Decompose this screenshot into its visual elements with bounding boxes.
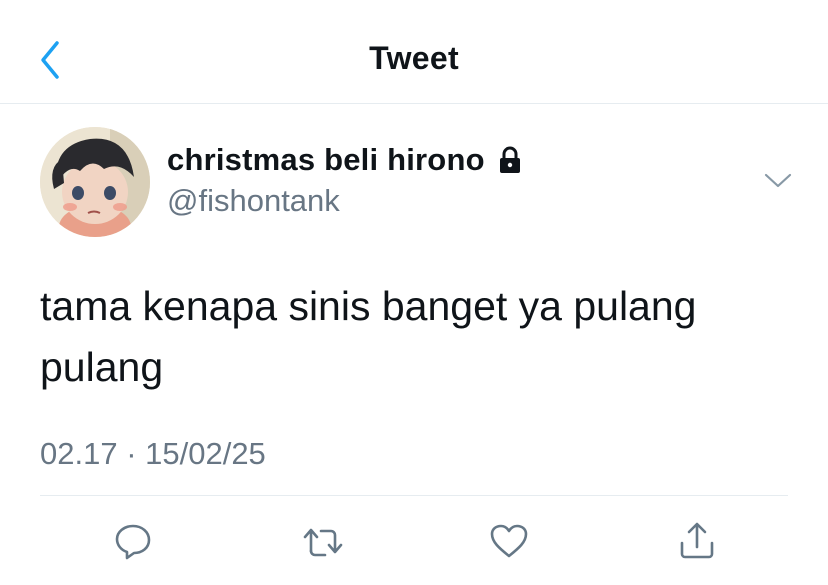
retweet-icon [303,528,343,557]
tweet-timestamp: 02.17 · 15/02/25 [40,436,266,471]
heart-icon [490,524,528,558]
tweet-menu-button[interactable] [758,163,798,199]
reply-button[interactable] [108,516,158,566]
chevron-down-icon [764,173,792,188]
reply-icon [115,524,151,560]
share-icon [680,522,714,559]
like-button[interactable] [484,516,534,566]
display-name-row: christmas beli hirono [167,142,525,178]
top-bar: Tweet [0,0,828,104]
action-bar [0,516,828,566]
retweet-button[interactable] [298,516,348,566]
user-handle[interactable]: @fishontank [167,183,340,219]
divider [40,495,788,496]
page-title: Tweet [369,40,459,76]
avatar-image [40,127,150,237]
share-button[interactable] [672,516,722,566]
lock-icon [495,145,525,175]
avatar[interactable] [40,127,150,237]
display-name[interactable]: christmas beli hirono [167,142,485,178]
tweet-text: tama kenapa sinis banget ya pulang pulan… [40,283,697,390]
